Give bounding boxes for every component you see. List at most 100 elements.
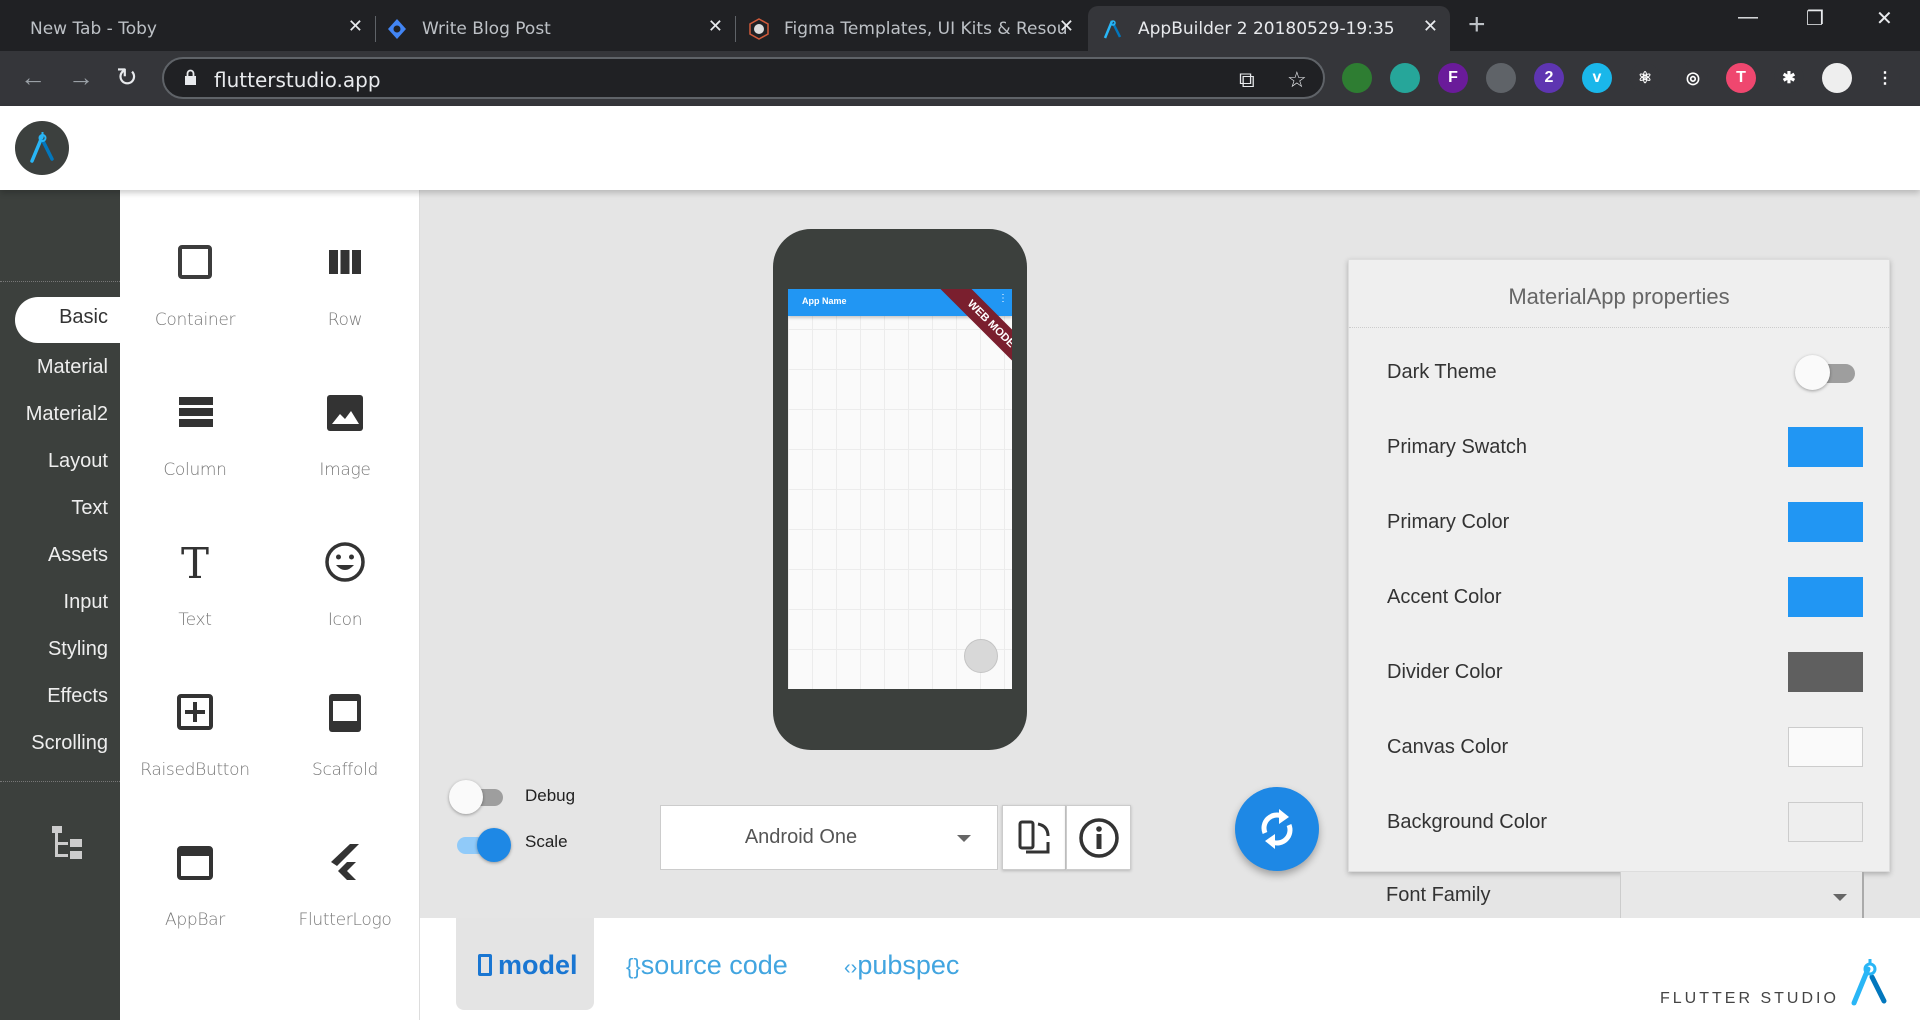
phone-overflow-menu-icon: ⋮	[998, 293, 1008, 304]
container-icon	[178, 245, 212, 279]
pen-extension-icon[interactable]	[1342, 63, 1372, 93]
color-swatch[interactable]	[1788, 502, 1863, 542]
toby-extension-icon[interactable]: T	[1726, 63, 1756, 93]
device-select[interactable]: Android One	[660, 805, 998, 870]
dark-theme-toggle[interactable]	[1795, 355, 1855, 390]
scale-toggle[interactable]	[449, 828, 511, 862]
chrome-apps-extension-icon[interactable]	[1486, 63, 1516, 93]
braces-icon: {}	[626, 954, 641, 979]
sidebar-item-layout[interactable]: Layout	[48, 450, 108, 473]
sidebar-item-material2[interactable]: Material2	[26, 403, 108, 426]
scale-label: Scale	[525, 832, 568, 851]
widget-label: AppBar	[165, 910, 225, 930]
reload-icon[interactable]: ↻	[116, 62, 138, 93]
widget-scaffold[interactable]: Scaffold	[270, 640, 420, 790]
property-label: Font Family	[1386, 884, 1491, 906]
forward-arrow-icon[interactable]: →	[68, 62, 94, 93]
widget-container[interactable]: Container	[120, 190, 270, 340]
text-icon: T	[181, 542, 209, 582]
flutter-studio-compass-icon	[1851, 959, 1887, 1006]
restore-window-button[interactable]: ❐	[1806, 6, 1824, 31]
cast-device-icon[interactable]: ⧉	[1239, 67, 1255, 93]
widget-appbar[interactable]: AppBar	[120, 790, 270, 940]
debug-label: Debug	[525, 786, 576, 805]
sidebar-item-styling[interactable]: Styling	[48, 638, 108, 661]
url-input[interactable]: flutterstudio.app ⧉ ☆	[162, 57, 1325, 99]
widget-label: FlutterLogo	[298, 910, 392, 930]
sidebar-item-input[interactable]: Input	[64, 591, 108, 614]
widget-raisedbutton[interactable]: RaisedButton	[120, 640, 270, 790]
sidebar-item-text[interactable]: Text	[71, 497, 108, 520]
widget-tree-icon[interactable]	[50, 825, 84, 859]
rotate-device-button[interactable]	[1002, 805, 1066, 870]
browser-tab-appbuilder[interactable]: AppBuilder 2 20180529-19:35 ✕	[1088, 6, 1450, 51]
color-swatch[interactable]	[1788, 577, 1863, 617]
info-icon	[1079, 818, 1119, 858]
sidebar-divider	[0, 781, 120, 782]
stack-extension-icon[interactable]: 2	[1534, 63, 1564, 93]
browser-tab-write-blog-post[interactable]: Write Blog Post ✕	[376, 6, 736, 51]
close-window-button[interactable]: ✕	[1876, 6, 1893, 31]
sidebar-item-material[interactable]: Material	[37, 356, 108, 379]
target-extension-icon[interactable]: ◎	[1678, 63, 1708, 93]
sidebar-item-basic[interactable]: Basic	[15, 297, 120, 343]
close-tab-icon[interactable]: ✕	[708, 16, 723, 37]
flutter-studio-logo[interactable]	[15, 121, 69, 175]
widget-icon[interactable]: Icon	[270, 490, 420, 640]
close-tab-icon[interactable]: ✕	[1059, 16, 1074, 37]
puzzle-extensions-icon[interactable]: ✱	[1774, 63, 1804, 93]
browser-tab-new-tab[interactable]: New Tab - Toby ✕	[0, 6, 376, 51]
tab-model[interactable]: model	[456, 918, 594, 1010]
debug-toggle[interactable]	[449, 780, 511, 814]
property-divider-color: Divider Color	[1349, 635, 1889, 710]
property-label: Primary Color	[1387, 511, 1510, 533]
sidebar-item-assets[interactable]: Assets	[48, 544, 108, 567]
f-extension-icon[interactable]: F	[1438, 63, 1468, 93]
vimeo-extension-icon[interactable]: v	[1582, 63, 1612, 93]
color-swatch[interactable]	[1788, 427, 1863, 467]
browser-tab-bar: New Tab - Toby ✕ Write Blog Post ✕ Figma…	[0, 0, 1920, 51]
toggle-knob	[477, 828, 511, 862]
profile-avatar-icon[interactable]	[1822, 63, 1852, 93]
tab-source-code[interactable]: {}source code	[626, 918, 788, 1010]
color-swatch[interactable]	[1788, 727, 1863, 767]
tab-title: Write Blog Post	[422, 18, 551, 39]
widget-column[interactable]: Column	[120, 340, 270, 490]
close-tab-icon[interactable]: ✕	[1423, 16, 1438, 37]
back-arrow-icon[interactable]: ←	[20, 62, 46, 93]
toggle-knob	[1795, 355, 1830, 390]
properties-title: MaterialApp properties	[1349, 260, 1889, 328]
widget-flutterlogo[interactable]: FlutterLogo	[270, 790, 420, 940]
color-swatch[interactable]	[1788, 652, 1863, 692]
flutter-studio-compass-icon	[1103, 19, 1122, 38]
tab-pubspec[interactable]: ‹›pubspec	[844, 918, 959, 1010]
browser-tab-figma-templates[interactable]: Figma Templates, UI Kits & Resou ✕	[736, 6, 1086, 51]
close-tab-icon[interactable]: ✕	[348, 16, 363, 37]
bookmark-star-icon[interactable]: ☆	[1287, 67, 1307, 93]
refresh-button[interactable]	[1235, 787, 1319, 871]
color-swatch[interactable]	[1788, 802, 1863, 842]
sidebar-item-scrolling[interactable]: Scrolling	[31, 732, 108, 755]
property-background-color: Background Color	[1349, 785, 1889, 860]
widget-label: Text	[178, 610, 212, 630]
menu-icon[interactable]: ⋮	[1870, 63, 1900, 93]
react-extension-icon[interactable]: ⚛	[1630, 63, 1660, 93]
property-label: Accent Color	[1387, 586, 1502, 608]
font-family-select[interactable]	[1620, 872, 1864, 918]
widget-image[interactable]: Image	[270, 340, 420, 490]
phone-screen[interactable]: App Name ⋮ WEB MODE	[788, 289, 1012, 689]
sidebar-item-effects[interactable]: Effects	[47, 685, 108, 708]
widget-label: RaisedButton	[140, 760, 250, 780]
phone-fab[interactable]	[964, 639, 998, 673]
widget-row[interactable]: Row	[270, 190, 420, 340]
widget-label: Image	[319, 460, 371, 480]
phone-preview: App Name ⋮ WEB MODE	[773, 229, 1027, 750]
bitmoji-extension-icon[interactable]	[1390, 63, 1420, 93]
tab-label: model	[498, 950, 578, 980]
new-tab-button[interactable]: +	[1468, 8, 1486, 42]
sync-icon	[1261, 809, 1293, 849]
device-info-button[interactable]	[1066, 805, 1131, 870]
minimize-window-button[interactable]: —	[1738, 6, 1758, 29]
widget-text[interactable]: T Text	[120, 490, 270, 640]
tab-title: Figma Templates, UI Kits & Resou	[784, 18, 1068, 39]
